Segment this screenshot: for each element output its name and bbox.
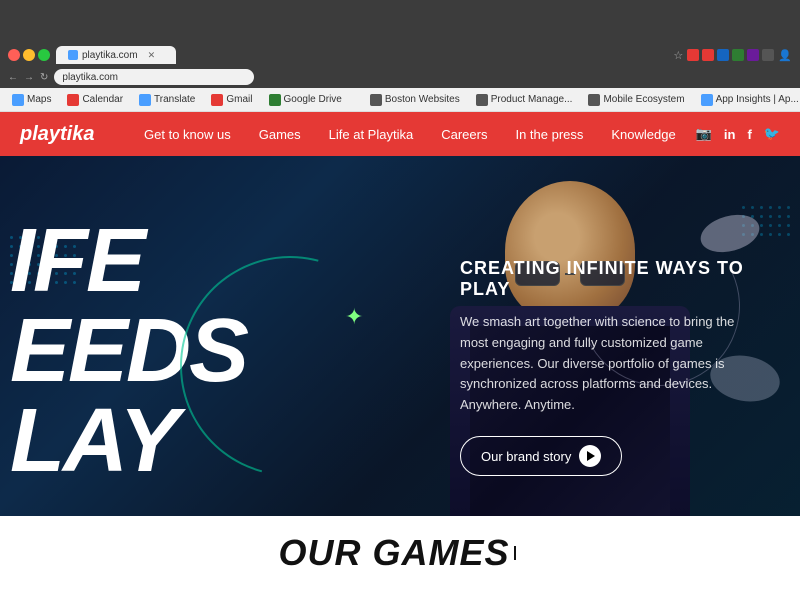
translate-icon (139, 94, 151, 106)
url-text: playtika.com (62, 72, 118, 83)
brand-story-label: Our brand story (481, 449, 571, 464)
play-button-circle (579, 445, 601, 467)
our-games-title: OUR GAMES (278, 532, 509, 574)
tab-label: playtika.com (82, 50, 138, 61)
bookmark-label: Gmail (226, 94, 252, 105)
instagram-icon[interactable]: 📷 (696, 126, 712, 142)
bookmark-label: Calendar (82, 94, 123, 105)
profile-icon[interactable]: 👤 (778, 49, 792, 62)
gmail-icon (211, 94, 223, 106)
sparkle-star: ✦ (345, 304, 363, 330)
ext-icon-3 (717, 49, 729, 61)
bookmark-calendar[interactable]: Calendar (63, 92, 127, 108)
bookmark-label: Maps (27, 94, 51, 105)
bottom-section: OUR GAMES (0, 516, 800, 589)
maximize-button[interactable] (38, 49, 50, 61)
bookmark-drive[interactable]: Google Drive (265, 92, 346, 108)
cursor-indicator (514, 546, 522, 560)
forward-button[interactable]: → (24, 72, 34, 83)
star-icon[interactable]: ☆ (673, 49, 683, 62)
back-button[interactable]: ← (8, 72, 18, 83)
maps-icon (12, 94, 24, 106)
nav-get-to-know[interactable]: Get to know us (144, 127, 231, 142)
site-navigation: playtika Get to know us Games Life at Pl… (0, 112, 800, 156)
hero-content: CREATING INFINITE WAYS TO PLAY We smash … (460, 258, 760, 476)
address-bar[interactable]: playtika.com (54, 69, 254, 85)
nav-links: Get to know us Games Life at Playtika Ca… (144, 127, 676, 142)
browser-chrome (0, 0, 800, 44)
bookmark-product[interactable]: Product Manage... (472, 92, 577, 108)
ext-icon-5 (747, 49, 759, 61)
facebook-icon[interactable]: f (747, 127, 751, 142)
nav-games[interactable]: Games (259, 127, 301, 142)
bookmark-label: Google Drive (284, 94, 342, 105)
hero-subtitle: CREATING INFINITE WAYS TO PLAY (460, 258, 760, 300)
drive-icon (269, 94, 281, 106)
hero-section: IFE EEDS LAY ✦ CREATING INFINITE WAYS TO… (0, 156, 800, 516)
ext-icon-1 (687, 49, 699, 61)
boston-icon (370, 94, 382, 106)
tab-favicon (68, 50, 78, 60)
close-button[interactable] (8, 49, 20, 61)
bookmark-appinsights[interactable]: App Insights | Ap... (697, 92, 800, 108)
bookmark-label: Product Manage... (491, 94, 573, 105)
play-triangle-icon (587, 451, 595, 461)
nav-life[interactable]: Life at Playtika (329, 127, 414, 142)
linkedin-icon[interactable]: in (724, 127, 736, 142)
nav-careers[interactable]: Careers (441, 127, 487, 142)
brand-story-button[interactable]: Our brand story (460, 436, 622, 476)
ext-icon-4 (732, 49, 744, 61)
bookmarks-bar: Maps Calendar Translate Gmail Google Dri… (0, 88, 800, 112)
calendar-icon (67, 94, 79, 106)
reload-button[interactable]: ↻ (40, 72, 48, 83)
nav-social: 📷 in f 🐦 (696, 126, 780, 142)
hero-description: We smash art together with science to br… (460, 312, 760, 416)
bookmark-gmail[interactable]: Gmail (207, 92, 256, 108)
product-icon (476, 94, 488, 106)
bookmark-label: Translate (154, 94, 195, 105)
site-logo: playtika (20, 123, 94, 146)
bookmark-translate[interactable]: Translate (135, 92, 199, 108)
bookmark-label: App Insights | Ap... (716, 94, 799, 105)
ext-icon-6 (762, 49, 774, 61)
twitter-icon[interactable]: 🐦 (764, 126, 780, 142)
ext-icon-2 (702, 49, 714, 61)
bookmark-mobile[interactable]: Mobile Ecosystem (584, 92, 688, 108)
bookmark-maps[interactable]: Maps (8, 92, 55, 108)
appinsights-icon (701, 94, 713, 106)
minimize-button[interactable] (23, 49, 35, 61)
nav-press[interactable]: In the press (515, 127, 583, 142)
tab-close-icon[interactable]: ✕ (148, 50, 156, 61)
nav-knowledge[interactable]: Knowledge (611, 127, 675, 142)
bookmark-label: Boston Websites (385, 94, 460, 105)
bookmark-boston[interactable]: Boston Websites (366, 92, 464, 108)
mobile-icon (588, 94, 600, 106)
bookmark-label: Mobile Ecosystem (603, 94, 684, 105)
